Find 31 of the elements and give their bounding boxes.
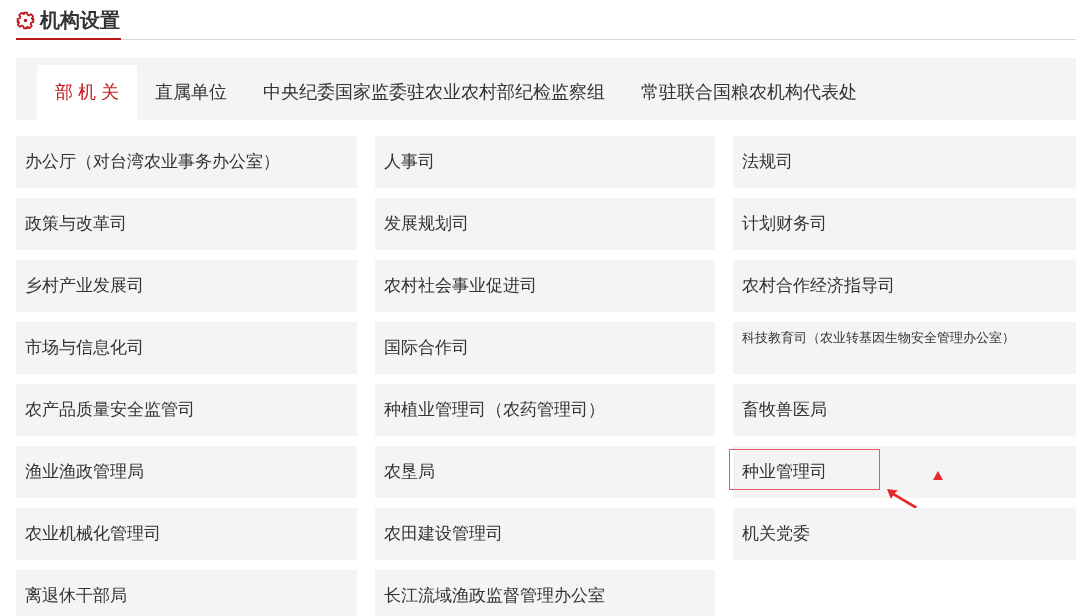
department-link[interactable]: 农垦局: [375, 446, 715, 498]
department-link[interactable]: 农田建设管理司: [375, 508, 715, 560]
department-link[interactable]: 长江流域渔政监督管理办公室: [375, 570, 715, 616]
department-link[interactable]: 法规司: [733, 136, 1076, 188]
tab[interactable]: 直属单位: [137, 65, 245, 120]
department-link[interactable]: 国际合作司: [375, 322, 715, 374]
department-link[interactable]: 农产品质量安全监管司: [16, 384, 357, 436]
triangle-icon: [933, 471, 943, 480]
department-link[interactable]: 办公厅（对台湾农业事务办公室）: [16, 136, 357, 188]
department-link[interactable]: 离退休干部局: [16, 570, 357, 616]
section-title: 机构设置: [40, 8, 120, 33]
department-link[interactable]: 计划财务司: [733, 198, 1076, 250]
department-link[interactable]: 市场与信息化司: [16, 322, 357, 374]
department-link[interactable]: 畜牧兽医局: [733, 384, 1076, 436]
department-link[interactable]: 发展规划司: [375, 198, 715, 250]
department-link[interactable]: 机关党委: [733, 508, 1076, 560]
department-link[interactable]: 农村合作经济指导司: [733, 260, 1076, 312]
gear-icon: [16, 10, 35, 30]
department-link[interactable]: 政策与改革司: [16, 198, 357, 250]
department-link[interactable]: 种业管理司: [733, 446, 1076, 498]
department-link[interactable]: 渔业渔政管理局: [16, 446, 357, 498]
arrow-icon: [887, 489, 917, 509]
tab[interactable]: 部 机 关: [37, 65, 137, 120]
department-link[interactable]: 种植业管理司（农药管理司）: [375, 384, 715, 436]
department-link[interactable]: 农村社会事业促进司: [375, 260, 715, 312]
tab[interactable]: 常驻联合国粮农机构代表处: [623, 65, 875, 120]
department-link[interactable]: 人事司: [375, 136, 715, 188]
department-link[interactable]: 农业机械化管理司: [16, 508, 357, 560]
department-link[interactable]: 乡村产业发展司: [16, 260, 357, 312]
tab[interactable]: 中央纪委国家监委驻农业农村部纪检监察组: [245, 65, 623, 120]
department-link[interactable]: 科技教育司（农业转基因生物安全管理办公室）: [733, 322, 1076, 374]
